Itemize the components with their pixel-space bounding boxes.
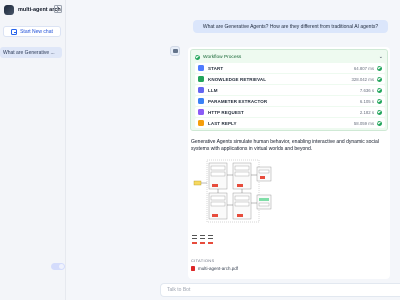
conversation-item-label: What are Generative ... [3,49,55,56]
start-new-chat-button[interactable]: Start New chat [3,26,61,37]
workflow-node-llm[interactable]: LLM 7.636 s [195,85,385,95]
node-duration: 6.105 s [359,98,374,104]
success-check-icon [377,120,382,126]
bot-avatar-icon [170,46,180,56]
node-duration: 64.807 ms [353,65,374,71]
workflow-header[interactable]: Workflow Process ⌄ [195,53,383,61]
chevron-down-icon[interactable]: ⌄ [379,54,383,60]
node-duration: 2.182 s [359,109,374,115]
app-logo-icon [4,5,14,15]
user-message-bubble: What are Generative Agents? How are they… [193,20,388,33]
pdf-file-icon [191,266,195,271]
image-thumbnail-strip[interactable] [191,233,215,249]
node-duration: 7.636 s [359,87,374,93]
success-check-icon [377,76,382,82]
node-name: KNOWLEDGE RETRIEVAL [208,76,267,82]
workflow-node-start[interactable]: START 64.807 ms [195,63,385,73]
extract-icon [198,98,204,104]
bot-answer-card: Workflow Process ⌄ START 64.807 ms KNOWL… [188,47,390,279]
start-new-chat-label: Start New chat [20,28,53,35]
user-message-text: What are Generative Agents? How are they… [202,23,379,30]
database-icon [198,76,204,82]
citation-filename: multi-agent-arch.pdf [198,266,239,271]
node-duration: 58.059 ms [353,120,374,126]
home-icon [198,65,204,71]
node-name: HTTP REQUEST [208,109,244,115]
workflow-node-knowledge-retrieval[interactable]: KNOWLEDGE RETRIEVAL 328.042 ms [195,74,385,84]
chat-input-bar[interactable] [160,283,400,297]
success-check-icon [377,109,382,115]
workflow-title: Workflow Process [203,54,242,60]
citations-label: CITATIONS [191,258,215,263]
success-check-icon [195,54,200,60]
node-name: LAST REPLY [208,120,237,126]
conversation-item[interactable]: What are Generative ... [0,47,62,58]
node-name: START [208,65,224,71]
chat-input[interactable] [167,287,400,293]
collapse-sidebar-icon[interactable] [54,5,62,13]
architecture-diagram-image[interactable] [191,157,289,225]
answer-text: Generative Agents simulate human behavio… [191,139,379,152]
theme-toggle[interactable] [51,263,65,270]
node-duration: 328.042 ms [351,76,374,82]
citation-item[interactable]: multi-agent-arch.pdf [191,266,238,271]
brand: multi-agent arch [4,5,61,15]
node-name: LLM [208,87,218,93]
workflow-node-http-request[interactable]: HTTP REQUEST 2.182 s [195,107,385,117]
success-check-icon [377,87,382,93]
workflow-process-panel: Workflow Process ⌄ START 64.807 ms KNOWL… [190,49,388,131]
success-check-icon [377,65,382,71]
workflow-node-last-reply[interactable]: LAST REPLY 58.059 ms [195,118,385,128]
node-name: PARAMETER EXTRACTOR [208,98,268,104]
globe-icon [198,109,204,115]
sidebar: multi-agent arch Start New chat What are… [0,0,66,300]
new-chat-icon [11,28,18,35]
success-check-icon [377,98,382,104]
workflow-node-parameter-extractor[interactable]: PARAMETER EXTRACTOR 6.105 s [195,96,385,106]
brain-icon [198,87,204,93]
reply-icon [198,120,204,126]
